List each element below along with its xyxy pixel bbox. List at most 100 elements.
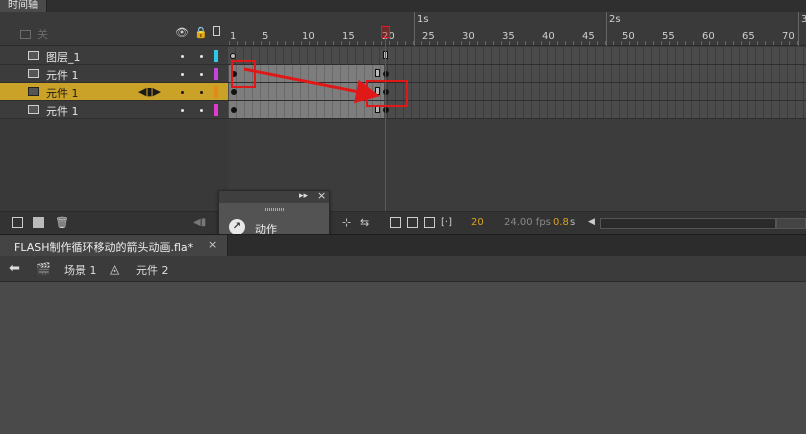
keyframe[interactable] [231, 89, 237, 95]
layer-color-swatch[interactable] [214, 86, 218, 98]
keyframe-nav-icon[interactable]: ◀▮▶ [138, 85, 161, 98]
new-folder-icon[interactable] [33, 217, 44, 228]
second-tick [798, 12, 799, 46]
frame-tick [485, 41, 486, 45]
frame-rate[interactable]: 24.00 fps [504, 217, 551, 228]
layer-row[interactable]: 元件 1 [0, 65, 228, 83]
layer-name[interactable]: 元件 1 [46, 85, 79, 101]
frame-tick [725, 41, 726, 45]
elapsed-time[interactable]: 0.8 [553, 217, 569, 228]
outline-icon[interactable] [213, 26, 220, 36]
edit-multiple-frames-icon[interactable] [424, 217, 435, 228]
frame-tick [501, 41, 502, 45]
frame-row[interactable] [228, 65, 806, 83]
timeline-panel-tab[interactable]: 时间轴 [0, 0, 47, 12]
frame-ruler[interactable]: 1 5 10 15 20 25 30 35 40 45 50 55 60 65 70 1s 2s 3 [228, 12, 806, 46]
horizontal-scrollbar-track[interactable] [776, 218, 806, 229]
second-label: 1s [417, 14, 429, 25]
layer-color-swatch[interactable] [214, 50, 218, 62]
layer-toggle-dot[interactable] [200, 109, 203, 112]
breadcrumb-symbol[interactable]: 元件 2 [136, 262, 169, 278]
frame-span[interactable] [229, 101, 384, 118]
keyframe[interactable] [383, 71, 389, 77]
layer-toggle-dot[interactable] [200, 91, 203, 94]
frame-tick [405, 41, 406, 45]
timeline-header: 关 👁 🔒 1 5 10 15 20 25 30 35 40 45 50 55 60 65 70 1s 2s 3 [0, 12, 806, 46]
frame-tick [325, 41, 326, 45]
frame-tick [685, 41, 686, 45]
frame-tick [677, 41, 678, 45]
stage-area[interactable] [0, 282, 806, 434]
new-layer-icon[interactable] [12, 217, 23, 228]
frame-tick [429, 41, 430, 45]
layer-toggle-dot[interactable] [181, 73, 184, 76]
frame-tick [781, 41, 782, 45]
layer-toggle-dot[interactable] [181, 55, 184, 58]
frame-tick [653, 41, 654, 45]
layer-toggle-dot[interactable] [181, 91, 184, 94]
frame-tick [765, 41, 766, 45]
layer-name[interactable]: 图层_1 [46, 49, 81, 65]
back-arrow-icon[interactable]: ⬅ [9, 261, 20, 276]
layer-color-swatch[interactable] [214, 104, 218, 116]
actions-icon[interactable]: ↗ [229, 219, 245, 235]
onion-outline-icon[interactable] [407, 217, 418, 228]
time-unit: s [570, 217, 576, 228]
scroll-left-icon[interactable]: ◀ [588, 217, 595, 227]
frame-tick [757, 41, 758, 45]
frame-row[interactable] [228, 47, 806, 65]
layer-toggle-dot[interactable] [181, 109, 184, 112]
layer-toggle-dot[interactable] [200, 55, 203, 58]
frame-tick [773, 41, 774, 45]
delete-icon[interactable]: 🗑 [55, 217, 69, 228]
frame-number-label: 1 [230, 31, 237, 42]
layer-toggle-dot[interactable] [200, 73, 203, 76]
frame-tick [749, 41, 750, 45]
frame-tick [389, 41, 390, 45]
layer-row[interactable]: 图层_1 [0, 47, 228, 65]
frame-row[interactable] [228, 83, 806, 101]
layer-color-swatch[interactable] [214, 68, 218, 80]
frame-tick [461, 41, 462, 45]
annotation-box-start [231, 60, 256, 88]
horizontal-scrollbar-thumb[interactable] [600, 218, 776, 229]
playhead[interactable] [381, 26, 390, 38]
frame-tick [709, 41, 710, 45]
layer-icon [20, 30, 31, 39]
keyframe[interactable] [383, 107, 389, 113]
frame-tick [661, 41, 662, 45]
center-frame-icon[interactable]: ⊹ [342, 217, 353, 228]
go-to-start-icon[interactable]: ◀▮ [193, 217, 206, 228]
frame-number-label: 5 [262, 31, 269, 42]
onion-markers-icon[interactable]: [·] [441, 217, 452, 228]
frame-grid[interactable] [228, 47, 806, 119]
layer-name[interactable]: 元件 1 [46, 103, 79, 119]
breadcrumb-scene[interactable]: 场景 1 [64, 262, 97, 278]
onion-skin-icon[interactable] [390, 217, 401, 228]
second-tick [606, 12, 607, 46]
floating-panel-titlebar[interactable]: ▸▸ × [219, 189, 329, 203]
layer-row[interactable]: 元件 1 ◀▮▶ [0, 83, 228, 101]
close-document-icon[interactable]: × [208, 238, 217, 251]
frame-tick [525, 41, 526, 45]
panel-grip[interactable] [265, 208, 285, 211]
layer-name[interactable]: 元件 1 [46, 67, 79, 83]
frame-tick [333, 41, 334, 45]
expand-panel-icon[interactable]: ▸▸ [299, 191, 308, 201]
keyframe[interactable] [231, 107, 237, 113]
layer-row[interactable]: 元件 1 [0, 101, 228, 119]
end-frame[interactable] [375, 69, 380, 77]
current-frame[interactable]: 20 [471, 217, 484, 228]
second-label: 3 [801, 14, 806, 25]
loop-icon[interactable]: ⇆ [360, 217, 371, 228]
frame-row[interactable] [228, 101, 806, 119]
frame-tick [245, 41, 246, 45]
close-panel-icon[interactable]: × [317, 189, 326, 202]
lock-icon[interactable]: 🔒 [194, 26, 208, 39]
empty-keyframe[interactable] [230, 53, 236, 59]
eye-icon[interactable]: 👁 [175, 26, 189, 39]
frame-tick [613, 41, 614, 45]
layer-header: 关 👁 🔒 [0, 12, 228, 46]
document-tab[interactable]: FLASH制作循环移动的箭头动画.fla* × [0, 235, 228, 257]
frame-tick [437, 41, 438, 45]
